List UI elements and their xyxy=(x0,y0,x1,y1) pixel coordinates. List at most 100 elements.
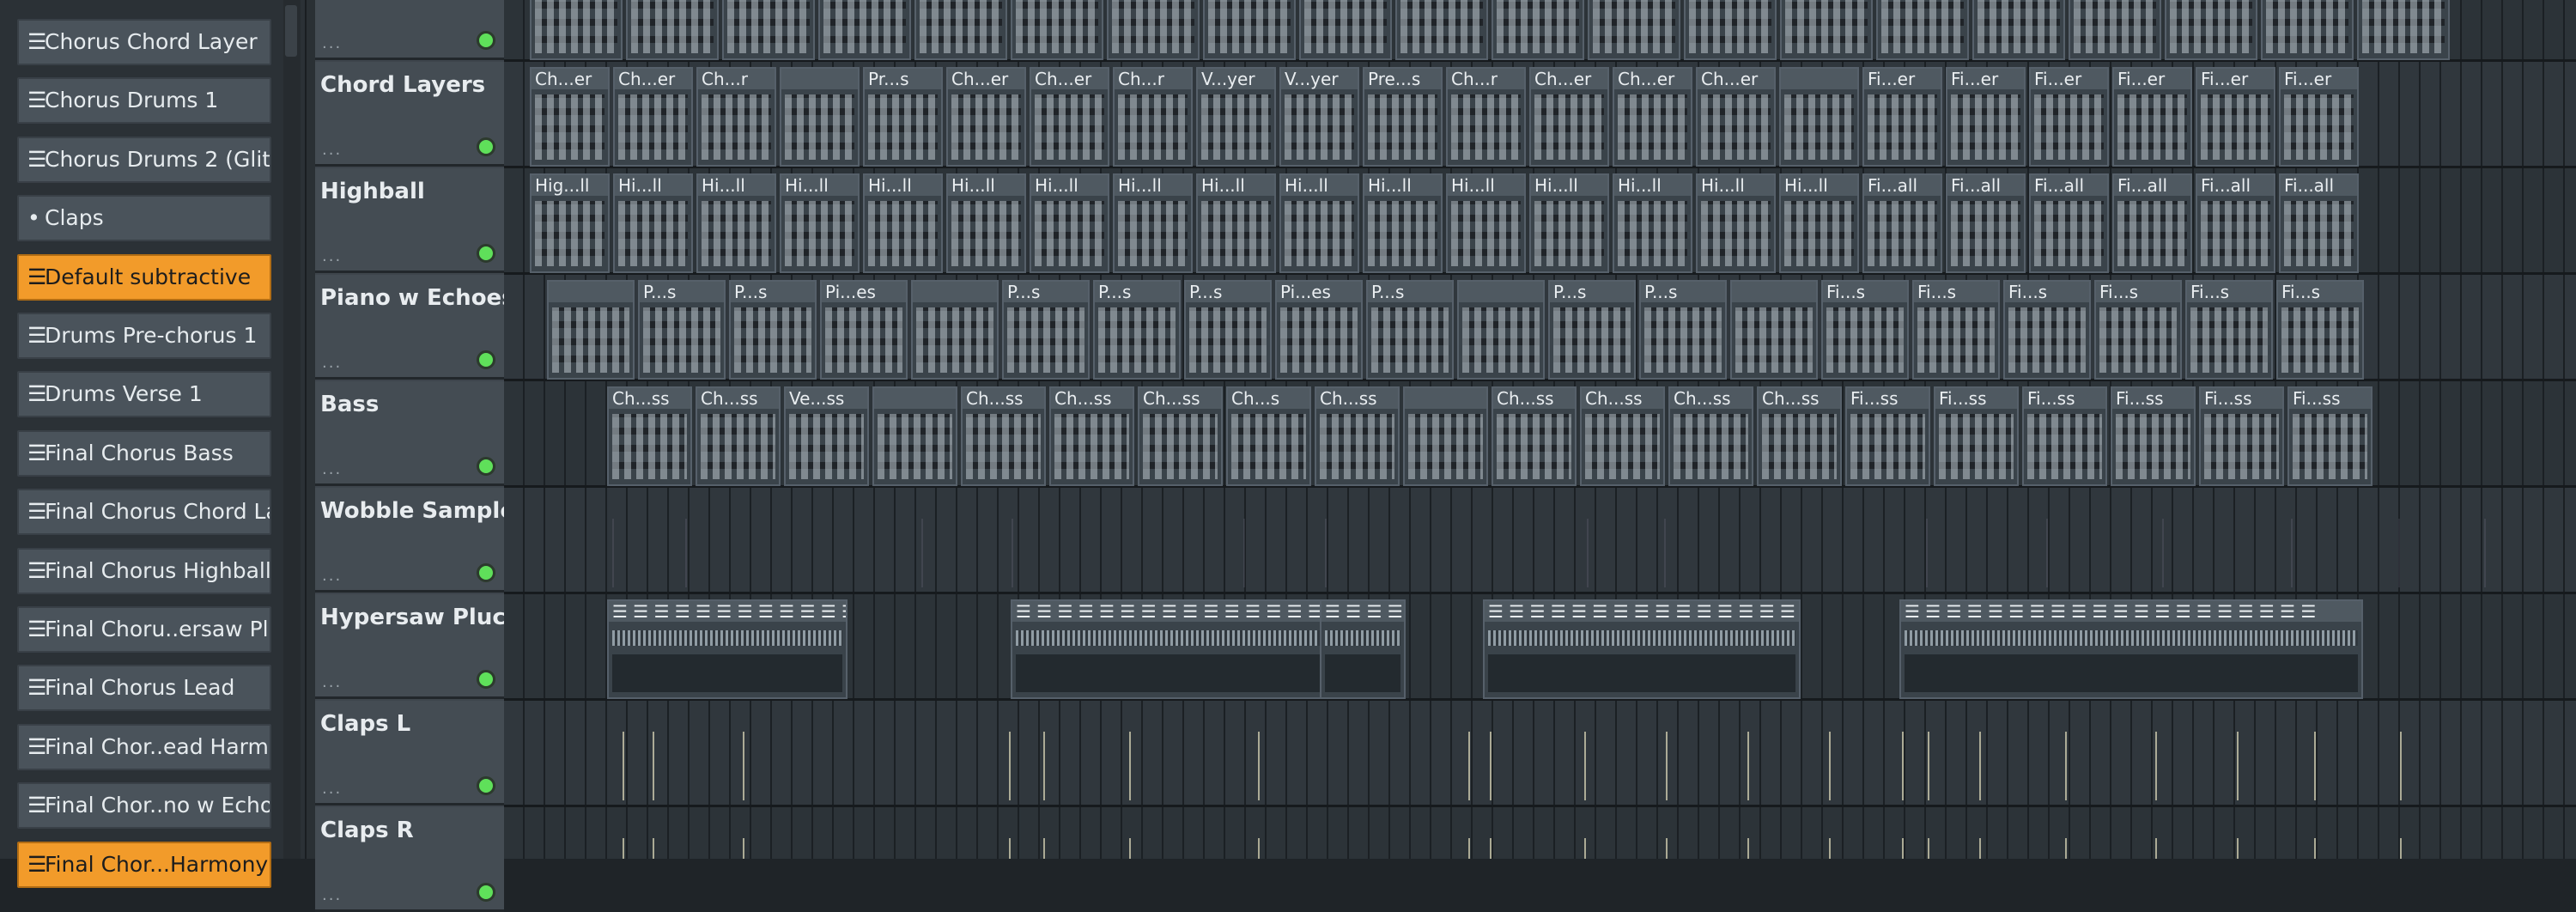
pattern-clip[interactable]: Hi...ll xyxy=(780,173,860,273)
pattern-clip[interactable] xyxy=(2069,0,2161,60)
pattern-clip[interactable] xyxy=(1730,280,1818,380)
pattern-clip[interactable]: Fi...ss xyxy=(1845,386,1930,486)
pattern-clip[interactable]: Ch...ss xyxy=(1138,386,1223,486)
pattern-item[interactable]: ☰Final Chorus Highball xyxy=(17,547,271,594)
audio-clip[interactable] xyxy=(2041,493,2053,593)
pattern-clip[interactable] xyxy=(1395,0,1488,60)
pattern-clip[interactable]: Hi...ll xyxy=(863,173,943,273)
pattern-clip[interactable]: Ch...ss xyxy=(1580,386,1665,486)
pattern-clip[interactable]: Pre...s xyxy=(1363,67,1443,167)
clap-clip[interactable] xyxy=(1036,706,1052,806)
pattern-clip[interactable]: Fi...s xyxy=(1821,280,1909,380)
pattern-clip[interactable]: Hi...ll xyxy=(1113,173,1193,273)
mute-led-icon[interactable] xyxy=(477,563,495,582)
pattern-clip[interactable]: Ch...r xyxy=(696,67,776,167)
clap-clip[interactable] xyxy=(1895,706,1911,806)
audio-clip[interactable] xyxy=(1238,493,1250,593)
pattern-clip[interactable] xyxy=(2165,0,2257,60)
mute-led-icon[interactable] xyxy=(477,244,495,263)
track-menu-dots[interactable]: ... xyxy=(322,780,342,798)
pattern-clip[interactable] xyxy=(1403,386,1488,486)
pattern-clip[interactable]: Pr...s xyxy=(863,67,943,167)
pattern-clip[interactable]: Fi...s xyxy=(2003,280,2091,380)
pattern-item[interactable]: ☰Final Chorus Bass xyxy=(17,429,271,477)
clap-clip[interactable] xyxy=(1002,706,1018,806)
clap-clip[interactable] xyxy=(646,812,661,859)
mute-led-icon[interactable] xyxy=(477,137,495,156)
pattern-clip[interactable] xyxy=(911,280,999,380)
audio-clip[interactable] xyxy=(916,493,928,593)
pattern-clip[interactable]: Hi...ll xyxy=(1363,173,1443,273)
pattern-clip[interactable]: Ch...er xyxy=(613,67,693,167)
clap-clip[interactable] xyxy=(1577,706,1593,806)
audio-clip[interactable] xyxy=(1582,493,1594,593)
clap-clip[interactable] xyxy=(2307,706,2323,806)
clap-clip[interactable] xyxy=(736,706,751,806)
clap-clip[interactable] xyxy=(2230,706,2245,806)
clap-clip[interactable] xyxy=(1122,706,1138,806)
clap-clip[interactable] xyxy=(1972,812,1988,859)
audio-clip[interactable] xyxy=(2479,493,2491,593)
pattern-clip[interactable]: P...s xyxy=(1548,280,1636,380)
pattern-clip[interactable] xyxy=(1457,280,1545,380)
pattern-item[interactable]: ☰Final Chor...Harmony xyxy=(17,841,271,888)
pattern-clip[interactable]: Fi...s xyxy=(2185,280,2273,380)
pattern-clip[interactable]: P...s xyxy=(1002,280,1090,380)
playlist-lane[interactable]: Ch...ss Ch...ss Ve...ss Ch...ss Ch...ss Ch...… xyxy=(504,381,2576,488)
track-header[interactable]: Wobble Sample... xyxy=(315,488,515,593)
mute-led-icon[interactable] xyxy=(477,457,495,476)
pattern-clip[interactable]: Fi...all xyxy=(2112,173,2192,273)
pattern-clip[interactable] xyxy=(1684,0,1777,60)
mute-led-icon[interactable] xyxy=(477,31,495,50)
pattern-clip[interactable]: Ch...er xyxy=(1030,67,1109,167)
clap-clip[interactable] xyxy=(1659,812,1674,859)
pattern-clip[interactable]: Ch...r xyxy=(1446,67,1526,167)
hypersaw-clip[interactable]: ☰ ☰ ☰ ☰ ☰ ☰ ☰ ☰ ☰ ☰ ☰ ☰ ☰ ☰ ☰ ☰ ☰ ☰ ☰ ☰ xyxy=(1483,599,1801,699)
hypersaw-clip[interactable]: ☰ ☰ ☰ ☰ ☰ ☰ ☰ ☰ ☰ ☰ ☰ ☰ ☰ ☰ ☰ ☰ ☰ ☰ ☰ ☰ xyxy=(607,599,848,699)
track-menu-dots[interactable]: ... xyxy=(322,673,342,691)
clap-clip[interactable] xyxy=(736,812,751,859)
track-header[interactable]: Claps L... xyxy=(315,701,504,806)
pattern-clip[interactable]: Hi...ll xyxy=(1696,173,1776,273)
clap-clip[interactable] xyxy=(616,812,631,859)
track-menu-dots[interactable]: ... xyxy=(322,247,342,265)
clap-clip[interactable] xyxy=(1895,812,1911,859)
pattern-clip[interactable] xyxy=(1203,0,1296,60)
pattern-clip[interactable]: Fi...all xyxy=(1946,173,2026,273)
clap-clip[interactable] xyxy=(2148,706,2164,806)
pattern-item[interactable]: ☰Drums Verse 1 xyxy=(17,371,271,418)
pattern-clip[interactable]: Ch...s xyxy=(1226,386,1311,486)
playlist-lane[interactable]: P...s P...s Pi...es P...s P...s P...s Pi...es P… xyxy=(504,275,2576,381)
clap-clip[interactable] xyxy=(616,706,631,806)
pattern-item[interactable]: ☰Final Choru..ersaw Pluck xyxy=(17,606,271,653)
track-menu-dots[interactable]: ... xyxy=(322,141,342,159)
audio-clip[interactable] xyxy=(607,493,619,593)
pattern-clip[interactable]: Hi...ll xyxy=(1446,173,1526,273)
pattern-item[interactable]: ☰Chorus Chord Layer xyxy=(17,19,271,65)
pattern-clip[interactable]: Hi...ll xyxy=(946,173,1026,273)
clap-clip[interactable] xyxy=(1741,706,1756,806)
audio-clip[interactable] xyxy=(1006,493,1018,593)
clap-clip[interactable] xyxy=(1251,706,1267,806)
pattern-clip[interactable]: P...s xyxy=(1093,280,1181,380)
audio-clip[interactable] xyxy=(2157,493,2169,593)
pattern-clip[interactable] xyxy=(530,0,623,60)
pattern-clip[interactable]: Fi...ss xyxy=(2287,386,2372,486)
pattern-clip[interactable]: Fi...er xyxy=(2279,67,2359,167)
pattern-clip[interactable] xyxy=(1876,0,1969,60)
clap-clip[interactable] xyxy=(1577,812,1593,859)
pattern-clip[interactable]: Hig...ll xyxy=(530,173,610,273)
pattern-clip[interactable]: Fi...er xyxy=(1862,67,1942,167)
pattern-clip[interactable]: Fi...er xyxy=(2112,67,2192,167)
pattern-clip[interactable]: Fi...ss xyxy=(1934,386,2019,486)
track-header[interactable]: Piano w Echoes... xyxy=(315,275,515,380)
playlist-lane[interactable] xyxy=(504,701,2576,807)
pattern-clip[interactable]: Fi...s xyxy=(2276,280,2364,380)
pattern-clip[interactable] xyxy=(1779,67,1859,167)
pattern-item[interactable]: ☰Final Chorus Chord Layer xyxy=(17,489,271,536)
pattern-item[interactable]: ☰Final Chorus Lead xyxy=(17,665,271,712)
pattern-clip[interactable] xyxy=(1780,0,1873,60)
clap-clip[interactable] xyxy=(2393,706,2409,806)
pattern-clip[interactable]: V...yer xyxy=(1279,67,1359,167)
clap-clip[interactable] xyxy=(1461,706,1477,806)
